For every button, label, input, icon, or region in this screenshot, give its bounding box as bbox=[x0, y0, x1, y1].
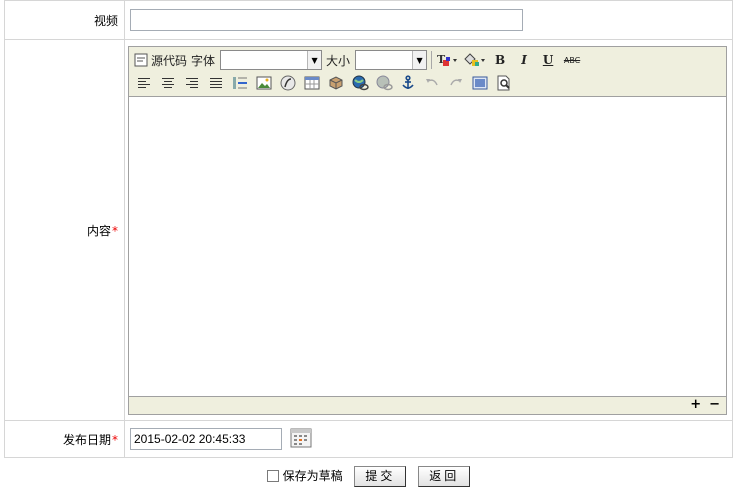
paint-bucket-icon bbox=[464, 53, 486, 66]
unlink-icon bbox=[376, 75, 393, 91]
text-color-icon: T bbox=[437, 53, 458, 66]
date-label: 发布日期 bbox=[62, 432, 111, 447]
preview-button[interactable] bbox=[494, 73, 514, 93]
save-draft-label: 保存为草稿 bbox=[282, 469, 343, 483]
editor-toolbar: 源代码 字体 ▼ 大小 ▼ T B I U ABC bbox=[129, 46, 726, 97]
background-color-button[interactable] bbox=[462, 50, 486, 70]
editor-content-area[interactable] bbox=[129, 96, 726, 393]
undo-button[interactable] bbox=[422, 73, 442, 93]
size-select-value bbox=[356, 51, 412, 69]
chevron-down-icon[interactable]: ▼ bbox=[412, 51, 427, 69]
align-left-icon bbox=[138, 78, 150, 88]
align-left-button[interactable] bbox=[134, 73, 154, 93]
required-mark: * bbox=[112, 223, 118, 238]
chevron-down-icon[interactable]: ▼ bbox=[307, 51, 322, 69]
toolbar-row-1: 源代码 字体 ▼ 大小 ▼ T B I U ABC bbox=[134, 49, 726, 72]
anchor-icon bbox=[402, 75, 414, 89]
source-code-button[interactable]: 源代码 bbox=[134, 50, 187, 70]
strikethrough-button[interactable]: ABC bbox=[562, 50, 582, 70]
bold-button[interactable]: B bbox=[490, 50, 510, 70]
toolbar-row-2 bbox=[134, 72, 726, 95]
video-input[interactable] bbox=[130, 9, 523, 31]
date-row: 发布日期* bbox=[4, 420, 733, 458]
content-field-cell: 源代码 字体 ▼ 大小 ▼ T B I U ABC + − bbox=[124, 39, 733, 421]
insert-link-button[interactable] bbox=[350, 73, 370, 93]
video-label: 视频 bbox=[93, 13, 118, 28]
calendar-icon[interactable] bbox=[290, 428, 312, 451]
video-label-cell: 视频 bbox=[4, 0, 125, 40]
redo-button[interactable] bbox=[446, 73, 466, 93]
insert-flash-button[interactable] bbox=[278, 73, 298, 93]
align-right-icon bbox=[186, 78, 198, 88]
justify-icon bbox=[210, 78, 222, 88]
source-code-icon bbox=[134, 53, 148, 67]
size-select[interactable]: ▼ bbox=[355, 50, 428, 70]
save-draft-checkbox[interactable] bbox=[266, 470, 279, 482]
date-label-cell: 发布日期* bbox=[4, 420, 125, 458]
toolbar-separator bbox=[431, 51, 433, 69]
expand-editor-button[interactable]: + bbox=[690, 397, 701, 412]
align-right-button[interactable] bbox=[182, 73, 202, 93]
required-mark: * bbox=[112, 432, 118, 447]
image-icon bbox=[256, 76, 272, 90]
font-label: 字体 bbox=[191, 53, 216, 68]
font-select-value bbox=[221, 51, 307, 69]
date-field-cell bbox=[124, 420, 733, 458]
undo-icon bbox=[426, 79, 438, 86]
video-field-cell bbox=[124, 0, 733, 40]
preview-icon bbox=[497, 75, 510, 91]
insert-media-button[interactable] bbox=[326, 73, 346, 93]
justify-button[interactable] bbox=[206, 73, 226, 93]
redo-icon bbox=[450, 79, 462, 86]
text-color-button[interactable]: T bbox=[436, 50, 458, 70]
size-label: 大小 bbox=[326, 53, 351, 68]
italic-button[interactable]: I bbox=[514, 50, 534, 70]
font-select[interactable]: ▼ bbox=[220, 50, 323, 70]
shrink-editor-button[interactable]: − bbox=[709, 397, 720, 412]
back-button[interactable]: 返回 bbox=[418, 466, 471, 487]
flash-icon bbox=[280, 75, 296, 91]
insert-image-button[interactable] bbox=[254, 73, 274, 93]
content-label-cell: 内容* bbox=[4, 39, 125, 421]
content-row: 内容* 源代码 字体 ▼ 大小 ▼ T B I U ABC + − bbox=[4, 39, 733, 421]
align-center-icon bbox=[162, 78, 174, 88]
media-icon bbox=[329, 76, 343, 90]
video-row: 视频 bbox=[4, 0, 733, 40]
publish-date-input[interactable] bbox=[130, 428, 282, 450]
edit-form: 视频 内容* 源代码 字体 ▼ 大小 ▼ T B I U ABC + − 发布日… bbox=[4, 0, 733, 458]
horizontal-rule-icon bbox=[233, 77, 247, 89]
unlink-button[interactable] bbox=[374, 73, 394, 93]
anchor-button[interactable] bbox=[398, 73, 418, 93]
rich-text-editor: 源代码 字体 ▼ 大小 ▼ T B I U ABC + − bbox=[128, 45, 727, 415]
align-center-button[interactable] bbox=[158, 73, 178, 93]
fullscreen-button[interactable] bbox=[470, 73, 490, 93]
insert-table-button[interactable] bbox=[302, 73, 322, 93]
content-label: 内容 bbox=[86, 223, 111, 238]
submit-button[interactable]: 提交 bbox=[354, 466, 407, 487]
form-actions: 保存为草稿 提交 返回 bbox=[0, 466, 737, 487]
horizontal-rule-button[interactable] bbox=[230, 73, 250, 93]
underline-button[interactable]: U bbox=[538, 50, 558, 70]
fullscreen-icon bbox=[472, 76, 488, 90]
table-icon bbox=[304, 76, 320, 90]
source-code-label: 源代码 bbox=[151, 53, 188, 68]
link-icon bbox=[352, 75, 369, 91]
editor-resize-bar: + − bbox=[129, 395, 726, 414]
